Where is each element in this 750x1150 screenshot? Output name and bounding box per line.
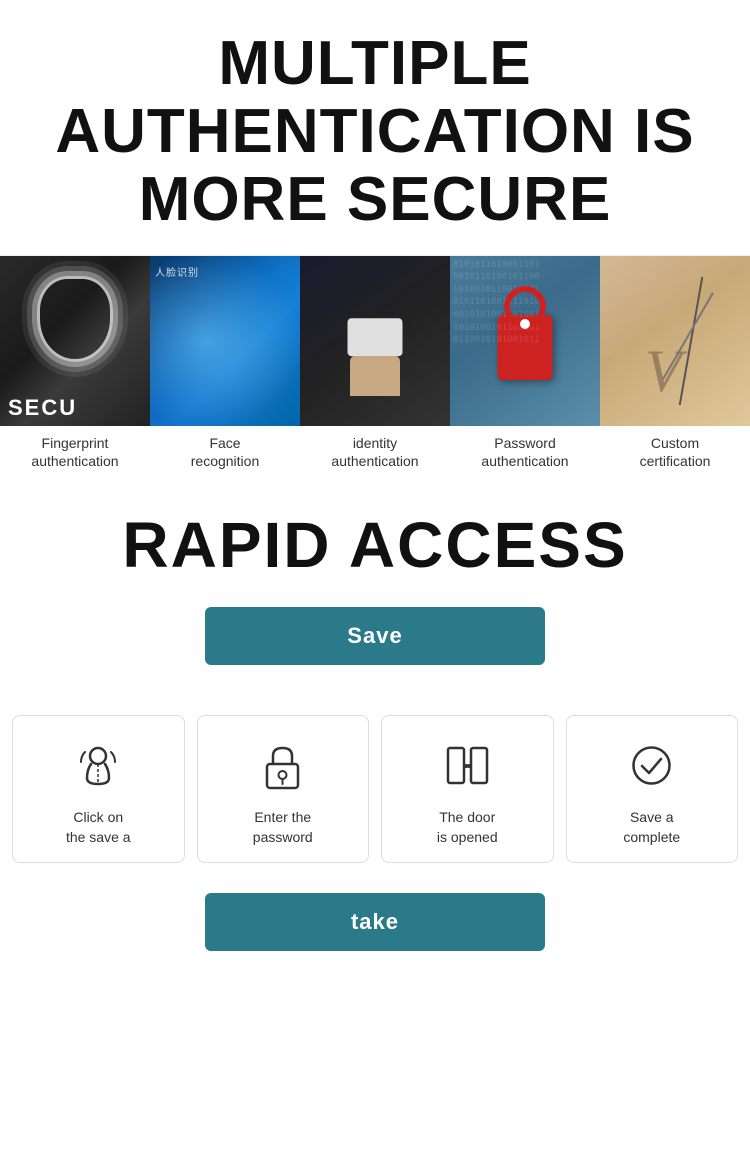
fingerprint-image: SECU <box>0 256 150 426</box>
lock-icon <box>253 736 313 796</box>
face-image <box>150 256 300 426</box>
steps-grid: Click on the save a Enter the password <box>0 715 750 883</box>
keyhole <box>520 319 530 329</box>
auth-item-password: 0101011010001101 0010110100101100 101001… <box>450 256 600 478</box>
step-save-complete-label: Save a complete <box>623 808 680 847</box>
auth-item-custom: V Custom certification <box>600 256 750 478</box>
custom-label: Custom certification <box>638 426 713 478</box>
auth-types-grid: SECU Fingerprint authentication Face rec… <box>0 255 750 478</box>
secu-label: SECU <box>0 390 85 426</box>
step-door-opened: The door is opened <box>381 715 554 863</box>
rapid-access-title: RAPID ACCESS <box>20 508 730 582</box>
custom-image: V <box>600 256 750 426</box>
identity-image <box>300 256 450 426</box>
step-click-save-label: Click on the save a <box>66 808 131 847</box>
v-shape: V <box>645 337 682 406</box>
step-save-complete: Save a complete <box>566 715 739 863</box>
page-title: MULTIPLE AUTHENTICATION IS MORE SECURE <box>0 0 750 255</box>
fingerprint-label: Fingerprint authentication <box>29 426 120 478</box>
identity-label: identity authentication <box>329 426 420 478</box>
touch-icon <box>68 736 128 796</box>
door-icon <box>437 736 497 796</box>
password-label: Password authentication <box>479 426 570 478</box>
step-enter-password-label: Enter the password <box>253 808 313 847</box>
step-enter-password: Enter the password <box>197 715 370 863</box>
face-label: Face recognition <box>189 426 262 478</box>
rapid-access-section: RAPID ACCESS Save <box>0 478 750 715</box>
checkmark-icon <box>622 736 682 796</box>
auth-item-identity: identity authentication <box>300 256 450 478</box>
binary-overlay: 0101011010001101 0010110100101100 101001… <box>450 256 600 426</box>
save-button[interactable]: Save <box>205 607 545 665</box>
step-click-save: Click on the save a <box>12 715 185 863</box>
password-image: 0101011010001101 0010110100101100 101001… <box>450 256 600 426</box>
step-door-opened-label: The door is opened <box>437 808 498 847</box>
take-button[interactable]: take <box>205 893 545 951</box>
auth-item-face: Face recognition <box>150 256 300 478</box>
auth-item-fingerprint: SECU Fingerprint authentication <box>0 256 150 478</box>
